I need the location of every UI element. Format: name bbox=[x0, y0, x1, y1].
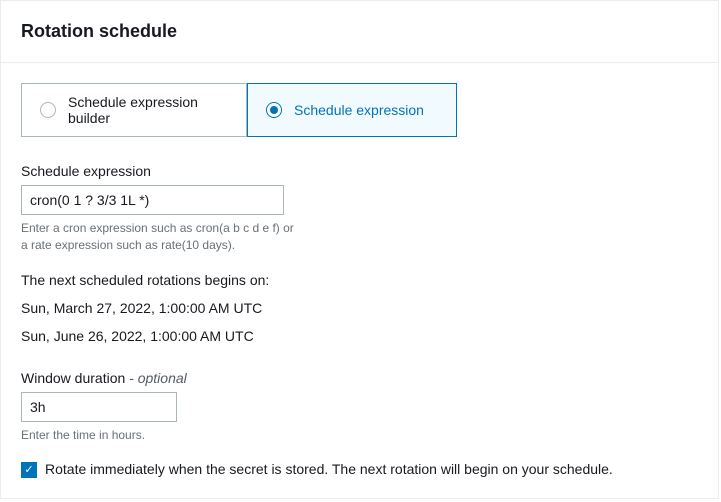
window-duration-field-group: Window duration - optional Enter the tim… bbox=[21, 370, 698, 444]
window-duration-label-text: Window duration bbox=[21, 370, 125, 386]
window-duration-input[interactable] bbox=[21, 392, 177, 422]
next-rotation-heading: The next scheduled rotations begins on: bbox=[21, 272, 698, 288]
rotate-immediately-label: Rotate immediately when the secret is st… bbox=[45, 461, 613, 477]
tab-label: Schedule expression builder bbox=[68, 94, 228, 126]
rotate-immediately-checkbox-row[interactable]: ✓ Rotate immediately when the secret is … bbox=[21, 461, 698, 478]
rotation-date: Sun, June 26, 2022, 1:00:00 AM UTC bbox=[21, 328, 698, 344]
schedule-mode-tabs: Schedule expression builder Schedule exp… bbox=[21, 83, 698, 137]
radio-icon bbox=[266, 102, 282, 118]
panel-title: Rotation schedule bbox=[21, 21, 698, 42]
panel-header: Rotation schedule bbox=[1, 1, 718, 63]
tab-expression-builder[interactable]: Schedule expression builder bbox=[21, 83, 247, 137]
rotation-date: Sun, March 27, 2022, 1:00:00 AM UTC bbox=[21, 300, 698, 316]
window-duration-label: Window duration - optional bbox=[21, 370, 698, 386]
schedule-expression-input[interactable] bbox=[21, 185, 284, 215]
rotation-schedule-panel: Rotation schedule Schedule expression bu… bbox=[0, 0, 719, 499]
radio-icon bbox=[40, 102, 56, 118]
schedule-expression-helper: Enter a cron expression such as cron(a b… bbox=[21, 220, 301, 254]
window-duration-helper: Enter the time in hours. bbox=[21, 427, 301, 444]
window-duration-optional: - optional bbox=[129, 370, 187, 386]
panel-body: Schedule expression builder Schedule exp… bbox=[1, 63, 718, 498]
schedule-expression-label: Schedule expression bbox=[21, 163, 698, 179]
next-rotation-section: The next scheduled rotations begins on: … bbox=[21, 272, 698, 344]
checkbox-checked-icon: ✓ bbox=[21, 462, 37, 478]
tab-schedule-expression[interactable]: Schedule expression bbox=[247, 83, 457, 137]
tab-label: Schedule expression bbox=[294, 102, 424, 118]
schedule-expression-field-group: Schedule expression Enter a cron express… bbox=[21, 163, 698, 254]
